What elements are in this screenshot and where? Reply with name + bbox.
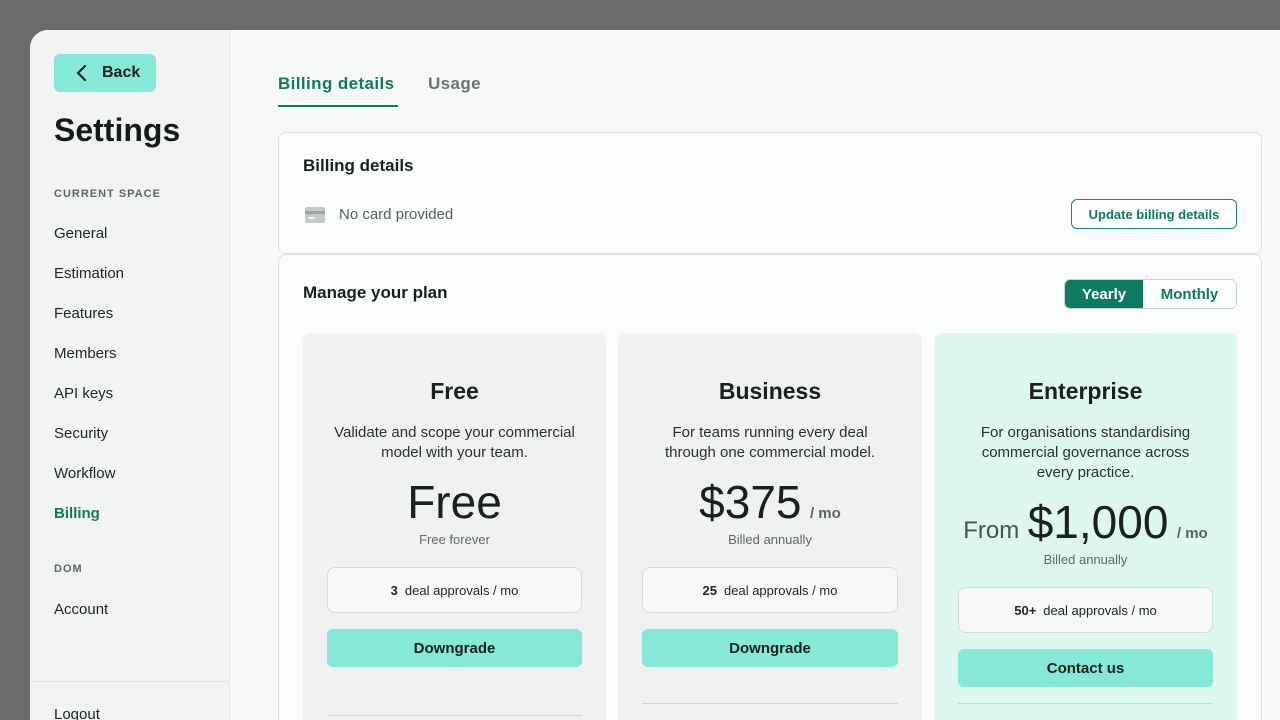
page-title: Settings (54, 112, 181, 148)
back-label: Back (102, 64, 141, 81)
section-label-current-space: CURRENT SPACE (54, 188, 161, 200)
plan-description: For organisations standardising commerci… (980, 424, 1191, 481)
main-content: Billing details Usage Billing details No… (230, 30, 1280, 720)
monthly-option[interactable]: Monthly (1143, 280, 1236, 308)
approvals-label: deal approvals / mo (404, 582, 519, 598)
plan-name: Enterprise (1028, 378, 1143, 404)
billing-details-title: Billing details (303, 156, 414, 175)
sidebar-item-members[interactable]: Members (54, 345, 117, 362)
approvals-count: 50+ (1014, 602, 1037, 618)
tab-usage[interactable]: Usage (428, 74, 481, 94)
credit-card-icon (305, 207, 325, 223)
price-subtext: Free forever (419, 532, 490, 547)
sidebar-item-workflow[interactable]: Workflow (54, 465, 115, 482)
sidebar-item-estimation[interactable]: Estimation (54, 265, 124, 282)
billing-period-toggle: Yearly Monthly (1064, 279, 1237, 309)
plan-description: Validate and scope your commercial model… (334, 424, 575, 461)
billing-details-card: Billing details No card provided Update … (278, 132, 1262, 254)
contact-us-button[interactable]: Contact us (958, 649, 1213, 687)
plan-divider (327, 715, 582, 716)
app-window: Back Settings CURRENT SPACE General Esti… (30, 30, 1280, 720)
downgrade-button[interactable]: Downgrade (642, 629, 898, 667)
price-amount: $1,000 (1027, 496, 1169, 548)
plan-card-business: Business For teams running every deal th… (618, 333, 922, 720)
back-button[interactable]: Back (54, 54, 156, 92)
price-subtext: Billed annually (1043, 552, 1128, 567)
sidebar-divider (30, 681, 229, 682)
plan-name: Free (430, 378, 479, 404)
plan-divider (958, 703, 1213, 704)
downgrade-button[interactable]: Downgrade (327, 629, 582, 667)
plan-name: Business (718, 378, 822, 404)
sidebar: Back Settings CURRENT SPACE General Esti… (30, 30, 230, 720)
approvals-count: 25 (702, 582, 717, 598)
price-subtext: Billed annually (728, 532, 812, 547)
update-billing-details-button[interactable]: Update billing details (1071, 199, 1237, 229)
approvals-count: 3 (390, 582, 398, 598)
price-prefix: From (963, 517, 1020, 544)
sidebar-item-billing[interactable]: Billing (54, 505, 100, 522)
chevron-left-icon (76, 65, 87, 81)
logout-link[interactable]: Logout (54, 706, 100, 720)
price-unit: / mo (809, 505, 841, 522)
plan-description: For teams running every deal through one… (664, 424, 876, 461)
plan-price: $375 / mo (618, 475, 922, 529)
price-unit: / mo (1176, 525, 1208, 542)
approvals-label: deal approvals / mo (724, 582, 838, 598)
approvals-badge: 25 deal approvals / mo (642, 567, 898, 613)
sidebar-item-api-keys[interactable]: API keys (54, 385, 113, 402)
sidebar-item-features[interactable]: Features (54, 305, 113, 322)
sidebar-item-security[interactable]: Security (54, 425, 108, 442)
price-amount: $375 (699, 476, 802, 528)
tab-billing-details[interactable]: Billing details (278, 74, 395, 94)
approvals-label: deal approvals / mo (1043, 602, 1157, 618)
yearly-option[interactable]: Yearly (1065, 280, 1143, 308)
plan-card-enterprise: Enterprise For organisations standardisi… (934, 333, 1237, 720)
approvals-badge: 3 deal approvals / mo (327, 567, 582, 613)
sidebar-item-general[interactable]: General (54, 225, 107, 242)
active-tab-indicator (278, 105, 398, 107)
sidebar-item-account[interactable]: Account (54, 601, 108, 618)
manage-plan-card: Manage your plan Yearly Monthly Free Val… (278, 254, 1262, 720)
plan-price: From $1,000 / mo (934, 495, 1237, 549)
price-amount: Free (407, 476, 502, 528)
manage-plan-title: Manage your plan (303, 283, 448, 302)
section-label-dom: DOM (54, 563, 83, 575)
approvals-badge: 50+ deal approvals / mo (958, 587, 1213, 633)
plan-card-free: Free Validate and scope your commercial … (303, 333, 606, 720)
card-status: No card provided (339, 206, 454, 223)
plan-divider (642, 703, 898, 704)
plan-price: Free (303, 475, 606, 529)
